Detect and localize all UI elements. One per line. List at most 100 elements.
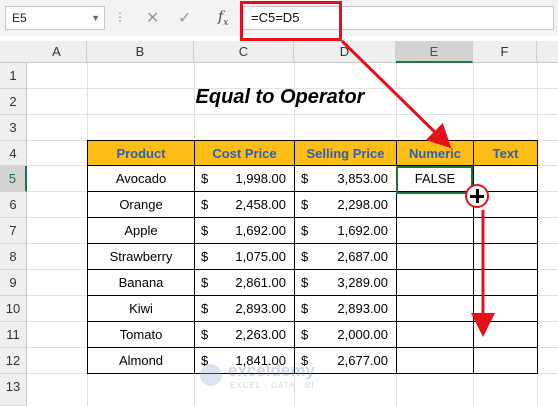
text-result-cell[interactable] [473, 243, 538, 270]
cost-price-cell[interactable]: $1,998.00 [194, 165, 295, 192]
table-row: Apple $1,692.00 $1,692.00 [87, 217, 538, 244]
watermark-name: exceldemy [228, 361, 315, 380]
table-row: Banana $2,861.00 $3,289.00 [87, 269, 538, 296]
amount-value: 1,075.00 [235, 249, 286, 264]
currency-symbol: $ [201, 223, 209, 238]
row-header-5[interactable]: 5 [0, 166, 27, 192]
numeric-result-cell[interactable] [396, 191, 474, 218]
header-numeric[interactable]: Numeric [396, 140, 474, 166]
row-header-10[interactable]: 10 [0, 296, 27, 322]
currency-symbol: $ [201, 275, 209, 290]
header-cost-price[interactable]: Cost Price [194, 140, 295, 166]
table-header-row: Product Cost Price Selling Price Numeric… [87, 140, 538, 166]
product-cell[interactable]: Avocado [87, 165, 195, 192]
row-header-9[interactable]: 9 [0, 270, 27, 296]
currency-symbol: $ [201, 197, 209, 212]
row-header-8[interactable]: 8 [0, 244, 27, 270]
cancel-icon[interactable]: ✕ [146, 8, 159, 28]
currency-symbol: $ [201, 249, 209, 264]
fill-cursor-icon [465, 184, 489, 208]
table-row: Strawberry $1,075.00 $2,687.00 [87, 243, 538, 270]
numeric-result-cell[interactable] [396, 217, 474, 244]
text-result-cell[interactable] [473, 269, 538, 296]
column-header-d[interactable]: D [294, 41, 396, 63]
chevron-down-icon[interactable]: ▼ [91, 7, 100, 29]
data-table: Product Cost Price Selling Price Numeric… [87, 140, 538, 374]
column-header-f[interactable]: F [473, 41, 537, 63]
formula-tools: ✕ ✓ fx [134, 6, 240, 30]
text-result-cell[interactable] [473, 295, 538, 322]
numeric-result-cell[interactable] [396, 295, 474, 322]
row-header-7[interactable]: 7 [0, 218, 27, 244]
selling-price-cell[interactable]: $2,000.00 [294, 321, 397, 348]
row-header-1[interactable]: 1 [0, 63, 27, 89]
currency-symbol: $ [301, 249, 309, 264]
numeric-result-cell[interactable] [396, 243, 474, 270]
row-header-6[interactable]: 6 [0, 192, 27, 218]
product-cell[interactable]: Banana [87, 269, 195, 296]
text-result-cell[interactable] [473, 347, 538, 374]
selling-price-cell[interactable]: $3,289.00 [294, 269, 397, 296]
currency-symbol: $ [301, 275, 309, 290]
product-cell[interactable]: Almond [87, 347, 195, 374]
amount-value: 2,861.00 [235, 275, 286, 290]
amount-value: 2,458.00 [235, 197, 286, 212]
selling-price-cell[interactable]: $3,853.00 [294, 165, 397, 192]
amount-value: 1,692.00 [337, 223, 388, 238]
selling-price-cell[interactable]: $2,687.00 [294, 243, 397, 270]
row-header-3[interactable]: 3 [0, 115, 27, 141]
text-result-cell[interactable] [473, 321, 538, 348]
amount-value: 2,893.00 [235, 301, 286, 316]
cost-price-cell[interactable]: $2,263.00 [194, 321, 295, 348]
cost-price-cell[interactable]: $2,861.00 [194, 269, 295, 296]
cost-price-cell[interactable]: $1,692.00 [194, 217, 295, 244]
cost-price-cell[interactable]: $1,075.00 [194, 243, 295, 270]
selling-price-cell[interactable]: $1,692.00 [294, 217, 397, 244]
currency-symbol: $ [301, 197, 309, 212]
header-product[interactable]: Product [87, 140, 195, 166]
product-cell[interactable]: Apple [87, 217, 195, 244]
product-cell[interactable]: Tomato [87, 321, 195, 348]
amount-value: 1,692.00 [235, 223, 286, 238]
row-header-4[interactable]: 4 [0, 141, 27, 166]
amount-value: 2,677.00 [337, 353, 388, 368]
amount-value: 2,893.00 [337, 301, 388, 316]
numeric-result-cell[interactable] [396, 269, 474, 296]
text-result-cell[interactable] [473, 217, 538, 244]
numeric-result-cell[interactable]: FALSE [396, 165, 474, 192]
column-header-b[interactable]: B [87, 41, 194, 63]
currency-symbol: $ [201, 171, 209, 186]
column-header-a[interactable]: A [27, 41, 87, 63]
selling-price-cell[interactable]: $2,298.00 [294, 191, 397, 218]
amount-value: 3,853.00 [337, 171, 388, 186]
row-header-2[interactable]: 2 [0, 89, 27, 115]
cost-price-cell[interactable]: $2,458.00 [194, 191, 295, 218]
currency-symbol: $ [201, 301, 209, 316]
row-header-11[interactable]: 11 [0, 322, 27, 348]
amount-value: 2,000.00 [337, 327, 388, 342]
sheet-title: Equal to Operator [195, 86, 365, 108]
row-header-12[interactable]: 12 [0, 348, 27, 374]
name-box[interactable]: E5 ▼ [5, 6, 105, 30]
drag-handle-icon[interactable]: ⋮ [114, 10, 126, 24]
cost-price-cell[interactable]: $2,893.00 [194, 295, 295, 322]
insert-function-icon[interactable]: fx [218, 9, 228, 28]
row-header-13[interactable]: 13 [0, 374, 27, 406]
column-header-e[interactable]: E [396, 41, 473, 63]
product-cell[interactable]: Orange [87, 191, 195, 218]
currency-symbol: $ [301, 223, 309, 238]
amount-value: 3,289.00 [337, 275, 388, 290]
numeric-result-cell[interactable] [396, 347, 474, 374]
column-header-c[interactable]: C [194, 41, 294, 63]
product-cell[interactable]: Kiwi [87, 295, 195, 322]
header-selling-price[interactable]: Selling Price [294, 140, 397, 166]
enter-icon[interactable]: ✓ [178, 8, 191, 28]
numeric-result-cell[interactable] [396, 321, 474, 348]
watermark-tagline: EXCEL · DATA · BI [230, 381, 315, 390]
currency-symbol: $ [301, 171, 309, 186]
name-box-value: E5 [12, 11, 27, 25]
selling-price-cell[interactable]: $2,893.00 [294, 295, 397, 322]
header-text[interactable]: Text [473, 140, 538, 166]
product-cell[interactable]: Strawberry [87, 243, 195, 270]
column-header-bar: A B C D E F [0, 41, 558, 63]
